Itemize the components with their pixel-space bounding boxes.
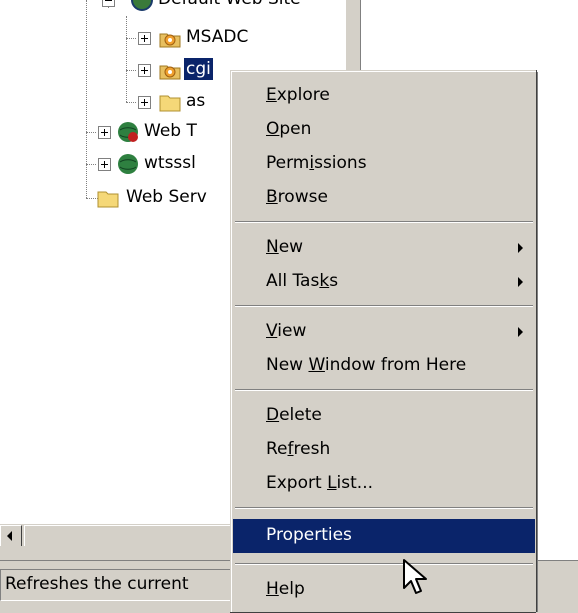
- menu-item-open[interactable]: Open: [233, 113, 535, 147]
- menu-item-label: Refresh: [266, 439, 331, 459]
- gear-folder-icon: [158, 58, 182, 82]
- tree-node-label[interactable]: as: [184, 90, 207, 112]
- menu-item-label: New: [266, 237, 304, 257]
- menu-separator: [235, 563, 533, 565]
- menu-item-label: All Tasks: [266, 271, 339, 291]
- menu-item-all-tasks[interactable]: All Tasks: [233, 265, 535, 299]
- submenu-arrow-icon: [518, 277, 523, 287]
- menu-item-label: Delete: [266, 405, 322, 425]
- menu-item-browse[interactable]: Browse: [233, 181, 535, 215]
- menu-item-label: Export List...: [266, 473, 374, 493]
- folder-icon: [96, 186, 120, 210]
- expand-toggle[interactable]: [138, 96, 151, 109]
- tree-node-label[interactable]: Default Web Site: [156, 0, 303, 10]
- menu-item-label: Browse: [266, 187, 328, 207]
- scroll-thumb[interactable]: [24, 525, 234, 547]
- menu-item-label: Permissions: [266, 153, 367, 173]
- menu-item-new-window[interactable]: New Window from Here: [233, 349, 535, 383]
- globe-icon: [116, 152, 140, 176]
- status-field: Refreshes the current: [0, 569, 237, 601]
- menu-item-explore[interactable]: Explore: [233, 79, 535, 113]
- menu-item-properties[interactable]: Properties: [233, 519, 535, 553]
- tree-connector: [126, 38, 136, 39]
- menu-separator: [235, 507, 533, 509]
- expand-toggle[interactable]: [138, 32, 151, 45]
- tree-connector: [86, 132, 96, 133]
- menu-item-export-list[interactable]: Export List...: [233, 467, 535, 501]
- menu-item-refresh[interactable]: Refresh: [233, 433, 535, 467]
- submenu-arrow-icon: [518, 327, 523, 337]
- submenu-arrow-icon: [518, 243, 523, 253]
- menu-item-label: Help: [266, 579, 305, 599]
- tree-node-label[interactable]: MSADC: [184, 26, 250, 48]
- menu-item-delete[interactable]: Delete: [233, 399, 535, 433]
- context-menu: Explore Open Permissions Browse New All …: [230, 70, 536, 612]
- expand-toggle[interactable]: [138, 64, 151, 77]
- menu-item-label: New Window from Here: [266, 355, 467, 375]
- status-text: Refreshes the current: [5, 574, 189, 594]
- tree-connector: [86, 164, 96, 165]
- menu-separator: [235, 305, 533, 307]
- menu-item-view[interactable]: View: [233, 315, 535, 349]
- menu-item-label: Explore: [266, 85, 330, 105]
- tree-connector: [126, 16, 127, 102]
- menu-item-permissions[interactable]: Permissions: [233, 147, 535, 181]
- menu-item-label: View: [266, 321, 307, 341]
- gear-folder-icon: [158, 26, 182, 50]
- scroll-left-arrow-icon[interactable]: [0, 525, 22, 547]
- menu-shadow: [536, 72, 538, 612]
- menu-item-help[interactable]: Help: [233, 573, 535, 607]
- folder-icon: [158, 90, 182, 114]
- menu-item-new[interactable]: New: [233, 231, 535, 265]
- menu-item-label: Properties: [266, 525, 352, 545]
- tree-connector: [126, 70, 136, 71]
- globe-icon: [116, 120, 140, 144]
- tree-node-label-selected[interactable]: cgi: [183, 57, 214, 81]
- horizontal-scrollbar[interactable]: [0, 524, 238, 547]
- tree-connector: [126, 102, 136, 103]
- tree-connector: [86, 0, 87, 198]
- mouse-cursor-icon: [402, 558, 430, 598]
- expand-toggle[interactable]: [98, 158, 111, 171]
- menu-item-label: Open: [266, 119, 312, 139]
- menu-separator: [235, 221, 533, 223]
- panel-background: [0, 546, 238, 560]
- tree-node-label[interactable]: Web Serv: [124, 186, 209, 208]
- globe-icon: [130, 0, 154, 12]
- tree-node-label[interactable]: wtsssl: [142, 152, 198, 174]
- expand-toggle[interactable]: [98, 126, 111, 139]
- tree-node-label[interactable]: Web T: [142, 120, 199, 142]
- collapse-toggle[interactable]: [102, 0, 115, 7]
- menu-separator: [235, 389, 533, 391]
